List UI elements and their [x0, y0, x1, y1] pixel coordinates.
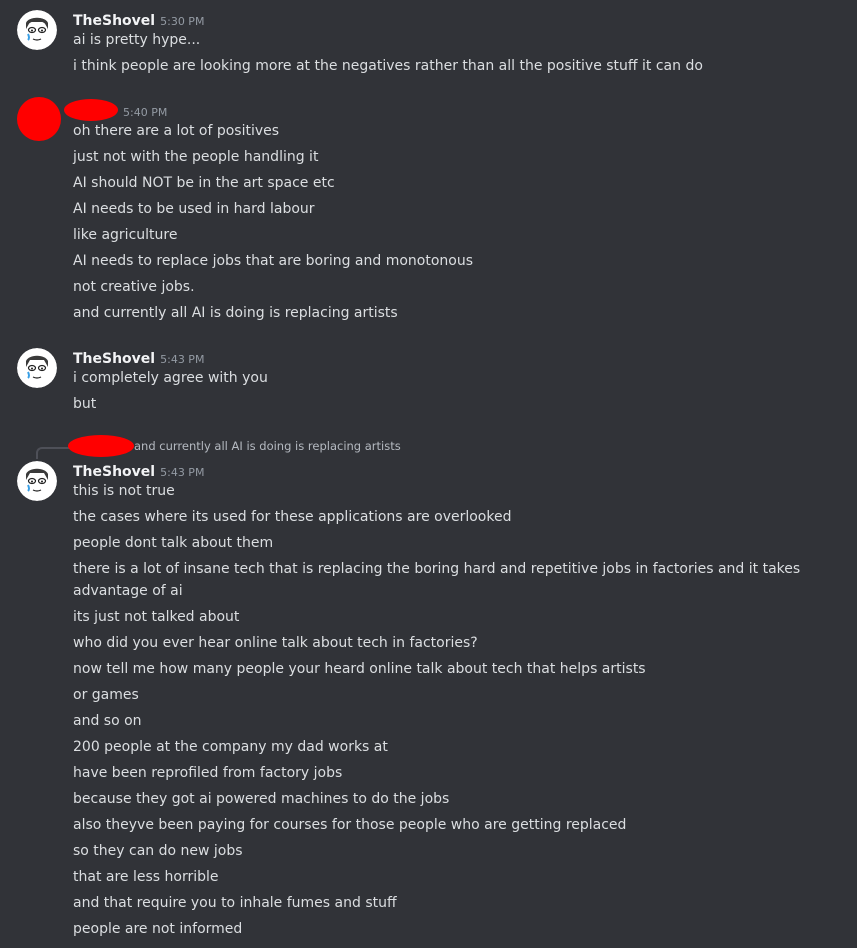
- message-text: have been reprofiled from factory jobs: [73, 765, 343, 781]
- message-header: TheShovel 5:43 PM: [73, 461, 204, 481]
- message-text: i think people are looking more at the n…: [73, 58, 703, 74]
- message-text: i completely agree with you: [73, 370, 268, 386]
- username[interactable]: TheShovel: [73, 13, 155, 29]
- chat-message-list: TheShovel 5:30 PM ai is pretty hype... i …: [0, 0, 857, 948]
- redacted-avatar: [17, 97, 61, 141]
- message-text: like agriculture: [73, 227, 178, 243]
- message-header: 5:40 PM: [118, 101, 167, 121]
- timestamp[interactable]: 5:30 PM: [160, 15, 204, 28]
- message-text: and currently all AI is doing is replaci…: [73, 305, 398, 321]
- message-text: who did you ever hear online talk about …: [73, 635, 478, 651]
- message-text: so they can do new jobs: [73, 843, 243, 859]
- message-text: 200 people at the company my dad works a…: [73, 739, 388, 755]
- message-text: and so on: [73, 713, 142, 729]
- message-text: but: [73, 396, 97, 412]
- redacted-username: [64, 99, 118, 121]
- message-text: oh there are a lot of positives: [73, 123, 280, 139]
- timestamp[interactable]: 5:43 PM: [160, 466, 204, 479]
- message-text: that are less horrible: [73, 869, 219, 885]
- message-header: TheShovel 5:43 PM: [73, 348, 204, 368]
- message-text: AI should NOT be in the art space etc: [73, 175, 335, 191]
- reply-connector: [36, 447, 70, 459]
- message-text: or games: [73, 687, 139, 703]
- message-text: and that require you to inhale fumes and…: [73, 895, 397, 911]
- message-text: this is not true: [73, 483, 175, 499]
- timestamp[interactable]: 5:43 PM: [160, 353, 204, 366]
- message-text: ai is pretty hype...: [73, 32, 201, 48]
- avatar-icon[interactable]: [17, 461, 57, 501]
- avatar-icon[interactable]: [17, 10, 57, 50]
- message-text: not creative jobs.: [73, 279, 195, 295]
- username[interactable]: TheShovel: [73, 351, 155, 367]
- message-header: TheShovel 5:30 PM: [73, 10, 204, 30]
- message-text: there is a lot of insane tech that is re…: [73, 561, 801, 599]
- message-text: now tell me how many people your heard o…: [73, 661, 646, 677]
- message-text: AI needs to replace jobs that are boring…: [73, 253, 474, 269]
- timestamp[interactable]: 5:40 PM: [123, 106, 167, 119]
- message-text: people dont talk about them: [73, 535, 274, 551]
- reply-preview[interactable]: and currently all AI is doing is replaci…: [134, 439, 401, 453]
- message-text: the cases where its used for these appli…: [73, 509, 512, 525]
- avatar-icon[interactable]: [17, 348, 57, 388]
- message-text: people are not informed: [73, 921, 243, 937]
- message-text: just not with the people handling it: [73, 149, 319, 165]
- username[interactable]: TheShovel: [73, 464, 155, 480]
- message-text: because they got ai powered machines to …: [73, 791, 450, 807]
- message-text: its just not talked about: [73, 609, 240, 625]
- message-text: AI needs to be used in hard labour: [73, 201, 315, 217]
- redacted-reply-username: [68, 435, 134, 457]
- message-text: also theyve been paying for courses for …: [73, 817, 627, 833]
